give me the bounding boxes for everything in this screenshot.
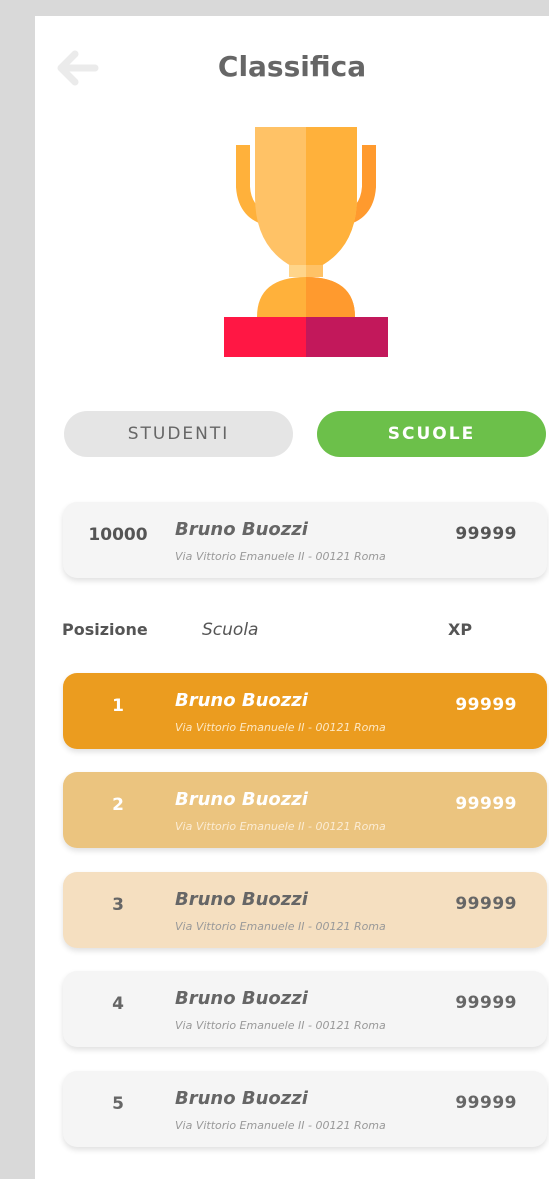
school-name: Bruno Buozzi [175, 789, 308, 810]
school-address: Via Vittorio Emanuele II - 00121 Roma [175, 820, 386, 833]
leaderboard-row-4[interactable]: 4 Bruno Buozzi Via Vittorio Emanuele II … [63, 971, 547, 1047]
rank-position: 5 [112, 1094, 124, 1114]
tab-schools[interactable]: SCUOLE [317, 411, 546, 457]
column-headers: Posizione Scuola XP [35, 620, 549, 650]
leaderboard-row-2[interactable]: 2 Bruno Buozzi Via Vittorio Emanuele II … [63, 772, 547, 848]
xp-value: 99999 [455, 894, 517, 914]
leaderboard-row-3[interactable]: 3 Bruno Buozzi Via Vittorio Emanuele II … [63, 872, 547, 948]
trophy-icon [224, 127, 388, 357]
my-rank-card[interactable]: 10000 Bruno Buozzi Via Vittorio Emanuele… [63, 502, 547, 578]
rank-position: 3 [112, 895, 124, 915]
school-address: Via Vittorio Emanuele II - 00121 Roma [175, 721, 386, 734]
header-xp: XP [448, 620, 473, 639]
xp-value: 99999 [455, 695, 517, 715]
tab-students[interactable]: STUDENTI [64, 411, 293, 457]
header-position: Posizione [62, 620, 148, 639]
xp-value: 99999 [455, 993, 517, 1013]
school-address: Via Vittorio Emanuele II - 00121 Roma [175, 920, 386, 933]
leaderboard-row-5[interactable]: 5 Bruno Buozzi Via Vittorio Emanuele II … [63, 1071, 547, 1147]
school-name: Bruno Buozzi [175, 1088, 308, 1109]
xp-value: 99999 [455, 794, 517, 814]
leaderboard-row-1[interactable]: 1 Bruno Buozzi Via Vittorio Emanuele II … [63, 673, 547, 749]
header-school: Scuola [202, 620, 259, 640]
school-address: Via Vittorio Emanuele II - 00121 Roma [175, 1019, 386, 1032]
xp-value: 99999 [455, 524, 517, 544]
school-name: Bruno Buozzi [175, 690, 308, 711]
rank-position: 1 [112, 696, 124, 716]
school-address: Via Vittorio Emanuele II - 00121 Roma [175, 1119, 386, 1132]
school-name: Bruno Buozzi [175, 889, 308, 910]
school-name: Bruno Buozzi [175, 519, 308, 540]
xp-value: 99999 [455, 1093, 517, 1113]
leaderboard-screen: Classifica STUDENTI SCUOLE 10000 Bruno B… [35, 16, 549, 1179]
rank-position: 10000 [88, 525, 148, 545]
school-name: Bruno Buozzi [175, 988, 308, 1009]
page-title: Classifica [217, 50, 367, 83]
rank-position: 2 [112, 795, 124, 815]
rank-position: 4 [112, 994, 124, 1014]
school-address: Via Vittorio Emanuele II - 00121 Roma [175, 550, 386, 563]
